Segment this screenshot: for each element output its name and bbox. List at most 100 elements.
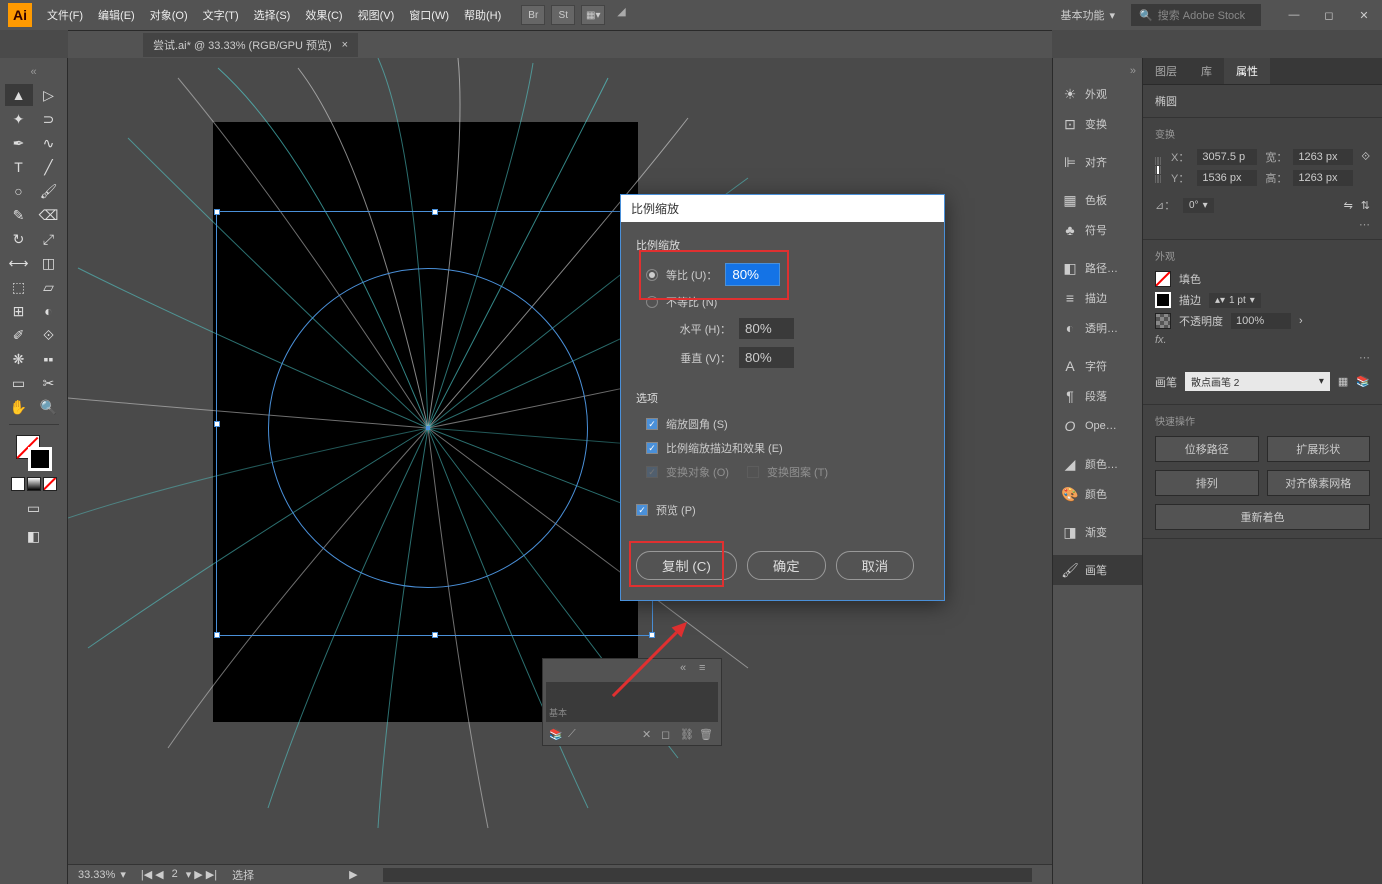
reference-point[interactable] [1155, 157, 1161, 183]
swatches-panel[interactable]: ▦色板 [1053, 185, 1142, 215]
collapse-tools[interactable]: « [30, 66, 36, 78]
curvature-tool[interactable]: ∿ [35, 132, 63, 154]
expand-shape-button[interactable]: 扩展形状 [1267, 436, 1371, 462]
first-artboard[interactable]: |◀ [141, 868, 152, 881]
w-input[interactable] [1293, 149, 1353, 165]
slice-tool[interactable]: ✂ [35, 372, 63, 394]
hand-tool[interactable]: ✋ [5, 396, 33, 418]
draw-mode[interactable]: ◧ [20, 525, 48, 547]
arrange-button[interactable]: 排列 [1155, 470, 1259, 496]
dock-collapse[interactable]: » [1053, 63, 1142, 79]
symbols-panel[interactable]: ♣符号 [1053, 215, 1142, 245]
stroke-swatch[interactable] [28, 447, 52, 471]
color-mode-none[interactable] [43, 477, 57, 491]
mesh-tool[interactable]: ⊞ [5, 300, 33, 322]
panel-menu-icon[interactable]: ≡ [699, 662, 715, 676]
stroke-panel[interactable]: ≡描边 [1053, 283, 1142, 313]
recolor-button[interactable]: 重新着色 [1155, 504, 1370, 530]
fill-stroke-swatches[interactable] [16, 435, 52, 471]
tab-close-button[interactable]: × [342, 39, 348, 51]
search-stock-input[interactable]: 🔍搜索 Adobe Stock [1131, 4, 1261, 26]
align-pixel-button[interactable]: 对齐像素网格 [1267, 470, 1371, 496]
character-panel[interactable]: A字符 [1053, 351, 1142, 381]
zoom-tool[interactable]: 🔍 [35, 396, 63, 418]
free-transform-tool[interactable]: ◫ [35, 252, 63, 274]
trash-icon[interactable]: 🗑 [699, 728, 715, 742]
type-tool[interactable]: T [5, 156, 33, 178]
color-panel[interactable]: 🎨颜色 [1053, 479, 1142, 509]
gradient-tool[interactable]: ◐ [35, 300, 63, 322]
tab-properties[interactable]: 属性 [1224, 58, 1270, 84]
eraser-tool[interactable]: ⌫ [35, 204, 63, 226]
more-appearance[interactable]: ⋯ [1155, 351, 1370, 364]
arrange-button[interactable]: ▦▾ [581, 5, 605, 25]
zoom-dropdown[interactable]: 33.33%▾ [78, 868, 126, 881]
menu-window[interactable]: 窗口(W) [409, 7, 449, 23]
menu-object[interactable]: 对象(O) [150, 7, 188, 23]
document-tab[interactable]: 尝试.ai* @ 33.33% (RGB/GPU 预览) × [143, 33, 358, 57]
uniform-radio[interactable] [646, 269, 658, 281]
cancel-button[interactable]: 取消 [836, 551, 915, 580]
offset-path-button[interactable]: 位移路径 [1155, 436, 1259, 462]
direct-selection-tool[interactable]: ▷ [35, 84, 63, 106]
stock-button[interactable]: St [551, 5, 575, 25]
lasso-tool[interactable]: ⊃ [35, 108, 63, 130]
color-guide-panel[interactable]: ◢颜色… [1053, 449, 1142, 479]
transform-panel[interactable]: ⊡变换 [1053, 109, 1142, 139]
brush-panel-icon[interactable]: ▦ [1338, 375, 1348, 388]
stroke-icon[interactable]: ⟋ [568, 728, 584, 742]
menu-effect[interactable]: 效果(C) [305, 7, 342, 23]
gradient-panel[interactable]: ◨渐变 [1053, 517, 1142, 547]
ok-button[interactable]: 确定 [747, 551, 826, 580]
nonuniform-radio[interactable] [646, 296, 658, 308]
horizontal-input[interactable] [739, 318, 794, 339]
selection-tool[interactable]: ▲ [5, 84, 33, 106]
eyedropper-tool[interactable]: ✐ [5, 324, 33, 346]
ellipse-tool[interactable]: ○ [5, 180, 33, 202]
artboard-number[interactable]: 2 [172, 868, 178, 881]
close-icon[interactable]: ✕ [642, 728, 658, 742]
menu-help[interactable]: 帮助(H) [464, 7, 501, 23]
h-input[interactable] [1293, 170, 1353, 186]
flip-v-icon[interactable]: ⇅ [1361, 199, 1370, 212]
preview-checkbox[interactable] [636, 504, 648, 516]
more-options[interactable]: ⋯ [1155, 218, 1370, 231]
scale-corners-checkbox[interactable] [646, 418, 658, 430]
pathfinder-panel[interactable]: ◧路径… [1053, 253, 1142, 283]
symbol-sprayer-tool[interactable]: ❋ [5, 348, 33, 370]
menu-edit[interactable]: 编辑(E) [98, 7, 135, 23]
y-input[interactable] [1197, 170, 1257, 186]
brush-tool[interactable]: 🖌 [35, 180, 63, 202]
menu-view[interactable]: 视图(V) [358, 7, 395, 23]
opacity-swatch[interactable] [1155, 313, 1171, 329]
perspective-tool[interactable]: ▱ [35, 276, 63, 298]
copy-button[interactable]: 复制 (C) [636, 551, 737, 580]
magic-wand-tool[interactable]: ✦ [5, 108, 33, 130]
tab-layers[interactable]: 图层 [1143, 58, 1189, 84]
fx-button[interactable]: fx. [1155, 334, 1167, 346]
color-mode-gradient[interactable] [27, 477, 41, 491]
screen-mode[interactable]: ▭ [20, 497, 48, 519]
horizontal-scrollbar[interactable] [383, 868, 1032, 882]
minimize-button[interactable]: — [1284, 8, 1304, 23]
shape-builder-tool[interactable]: ⬚ [5, 276, 33, 298]
blend-tool[interactable]: ⟐ [35, 324, 63, 346]
rotation-dropdown[interactable]: 0°▾ [1183, 198, 1214, 213]
workspace-dropdown[interactable]: 基本功能▾ [1052, 4, 1123, 26]
close-button[interactable]: ✕ [1354, 8, 1374, 23]
panel-collapse-icon[interactable]: « [680, 662, 696, 676]
brushes-panel[interactable]: 🖌画笔 [1053, 555, 1142, 585]
next-artboard[interactable]: ▶ [194, 868, 202, 881]
library-icon[interactable]: 📚 [549, 728, 565, 742]
scale-strokes-checkbox[interactable] [646, 442, 658, 454]
pen-tool[interactable]: ✒ [5, 132, 33, 154]
opacity-input[interactable] [1231, 313, 1291, 329]
align-panel[interactable]: ⊫对齐 [1053, 147, 1142, 177]
menu-file[interactable]: 文件(F) [47, 7, 83, 23]
tab-libraries[interactable]: 库 [1189, 58, 1224, 84]
paragraph-panel[interactable]: ¶段落 [1053, 381, 1142, 411]
brush-lib-icon[interactable]: 📚 [1356, 375, 1370, 388]
uniform-input[interactable] [725, 263, 780, 286]
menu-select[interactable]: 选择(S) [254, 7, 291, 23]
scale-tool[interactable]: ⤢ [35, 228, 63, 250]
